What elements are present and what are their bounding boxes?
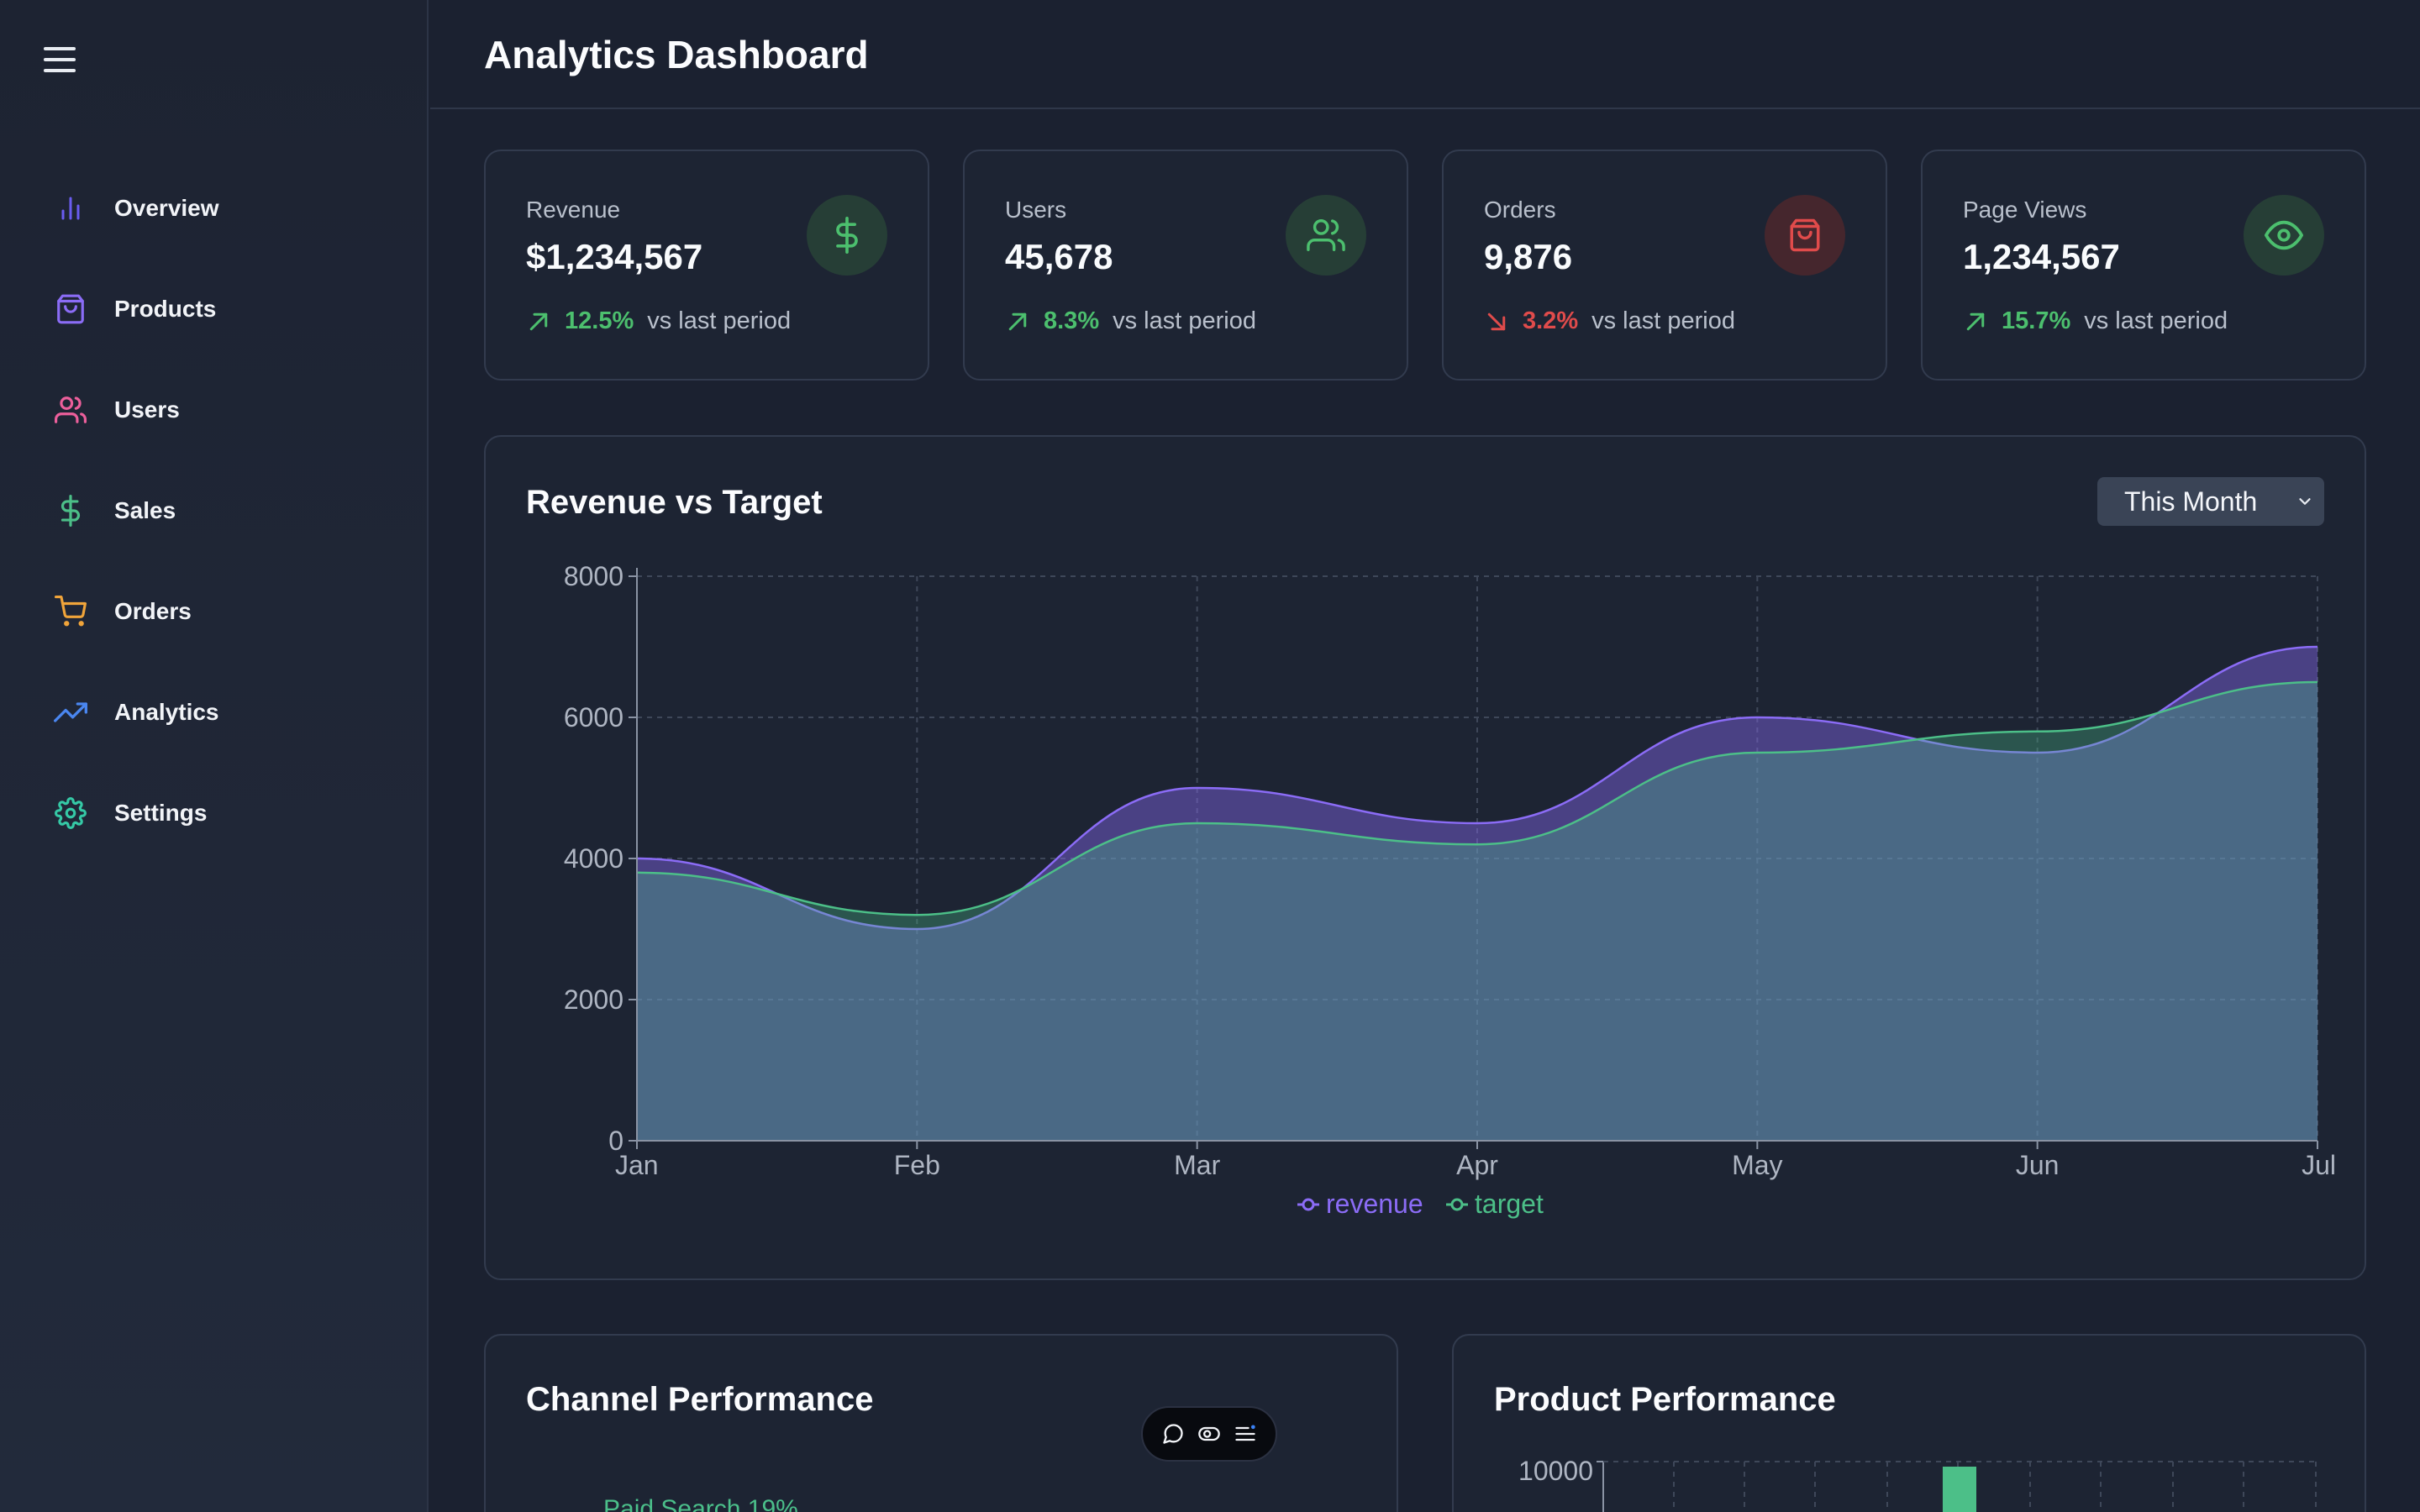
revenue-chart-card: Revenue vs Target This Month 0 2000 4000 60… xyxy=(484,435,2366,1280)
pie-slice-label: Paid Search 19% xyxy=(603,1495,798,1512)
arrow-up-right-icon xyxy=(1008,312,1027,330)
sidebar-item-products[interactable]: Products xyxy=(0,259,429,360)
stat-value: $1,234,567 xyxy=(526,237,703,276)
comment-icon[interactable] xyxy=(1160,1420,1186,1447)
y-tick-label: 10000 xyxy=(1518,1456,1593,1486)
shopping-bag-icon xyxy=(52,291,89,328)
users-icon xyxy=(1286,195,1366,276)
stat-change: 3.2% vs last period xyxy=(1484,307,1735,335)
stat-label: Orders xyxy=(1484,197,1556,223)
trending-up-icon xyxy=(52,694,89,731)
stat-compare-text: vs last period xyxy=(2084,307,2228,334)
stat-card-users: Users 45,678 8.3% vs last period xyxy=(963,150,1408,381)
x-tick-label: Jul xyxy=(2302,1150,2336,1180)
x-tick-label: Apr xyxy=(1456,1150,1498,1180)
shopping-bag-icon xyxy=(1765,195,1845,276)
cart-icon xyxy=(52,593,89,630)
stat-change: 8.3% vs last period xyxy=(1005,307,1256,335)
stat-card-orders: Orders 9,876 3.2% vs last period xyxy=(1442,150,1887,381)
y-tick-label: 4000 xyxy=(564,843,623,874)
dollar-icon xyxy=(52,492,89,529)
stat-card-page-views: Page Views 1,234,567 15.7% vs last perio… xyxy=(1921,150,2366,381)
product-bar-chart: 10000 xyxy=(1518,1456,2317,1512)
stat-change-percent: 12.5% xyxy=(565,307,634,334)
page-title: Analytics Dashboard xyxy=(484,33,869,76)
sidebar-item-analytics[interactable]: Analytics xyxy=(0,662,429,763)
revenue-area-chart: 02000400060008000Jan Feb Mar Apr May Jun Julre… xyxy=(564,561,2336,1219)
menu-list-icon[interactable] xyxy=(1232,1420,1259,1447)
hamburger-menu-icon[interactable] xyxy=(44,47,76,74)
eye-icon xyxy=(2244,195,2324,276)
gear-icon xyxy=(52,795,89,832)
x-tick-label: Jun xyxy=(2016,1150,2060,1180)
arrow-down-right-icon xyxy=(1487,312,1506,330)
stat-compare-text: vs last period xyxy=(647,307,792,334)
stat-label: Revenue xyxy=(526,197,621,223)
legend-item-revenue[interactable]: revenue xyxy=(1326,1189,1423,1219)
legend-marker-dot xyxy=(1450,1198,1464,1211)
stat-change-percent: 8.3% xyxy=(1044,307,1100,334)
sidebar-item-label: Sales xyxy=(114,497,176,523)
dollar-icon xyxy=(807,195,887,276)
stat-value: 45,678 xyxy=(1005,237,1113,276)
users-icon xyxy=(52,391,89,428)
sidebar-item-orders[interactable]: Orders xyxy=(0,561,429,662)
arrow-up-right-icon xyxy=(1966,312,1985,330)
toggle-icon[interactable] xyxy=(1196,1420,1223,1447)
sidebar-item-users[interactable]: Users xyxy=(0,360,429,460)
x-tick-label: Mar xyxy=(1174,1150,1220,1180)
sidebar-nav: Overview Products Users Sales Orders Ana… xyxy=(0,158,429,864)
stat-label: Page Views xyxy=(1963,197,2087,223)
product-performance-card: Product Performance 10000 xyxy=(1452,1334,2366,1512)
y-tick-label: 6000 xyxy=(564,702,623,732)
dashboard-app: Overview Products Users Sales Orders Ana… xyxy=(0,0,2420,1512)
legend-item-target[interactable]: target xyxy=(1475,1189,1544,1219)
arrow-up-right-icon xyxy=(529,312,548,330)
sidebar-item-settings[interactable]: Settings xyxy=(0,763,429,864)
bar[interactable] xyxy=(1943,1467,1976,1512)
sidebar-item-label: Analytics xyxy=(114,699,219,725)
sidebar-item-label: Users xyxy=(114,396,180,423)
sidebar-item-sales[interactable]: Sales xyxy=(0,460,429,561)
stat-value: 1,234,567 xyxy=(1963,237,2120,276)
floating-toolbar xyxy=(1141,1406,1277,1462)
stat-change: 15.7% vs last period xyxy=(1963,307,2228,335)
bar-chart-icon xyxy=(52,190,89,227)
stat-change-percent: 15.7% xyxy=(2002,307,2071,334)
top-header: Analytics Dashboard xyxy=(430,0,2420,109)
stat-compare-text: vs last period xyxy=(1591,307,1735,334)
x-tick-label: Feb xyxy=(894,1150,940,1180)
x-tick-label: May xyxy=(1732,1150,1782,1180)
sidebar-item-label: Products xyxy=(114,296,217,322)
section-title: Channel Performance xyxy=(526,1381,874,1418)
stat-compare-text: vs last period xyxy=(1113,307,1256,334)
legend-marker-dot xyxy=(1302,1198,1315,1211)
sidebar-item-label: Settings xyxy=(114,800,208,826)
stat-value: 9,876 xyxy=(1484,237,1573,276)
y-tick-label: 2000 xyxy=(564,984,623,1015)
sidebar: Overview Products Users Sales Orders Ana… xyxy=(0,0,429,1512)
sidebar-item-overview[interactable]: Overview xyxy=(0,158,429,259)
sidebar-item-label: Orders xyxy=(114,598,192,624)
stat-change: 12.5% vs last period xyxy=(526,307,791,335)
sidebar-item-label: Overview xyxy=(114,195,219,221)
stat-change-percent: 3.2% xyxy=(1523,307,1579,334)
x-tick-label: Jan xyxy=(615,1150,659,1180)
stat-card-revenue: Revenue $1,234,567 12.5% vs last period xyxy=(484,150,929,381)
y-tick-label: 8000 xyxy=(564,561,623,591)
stat-label: Users xyxy=(1005,197,1067,223)
